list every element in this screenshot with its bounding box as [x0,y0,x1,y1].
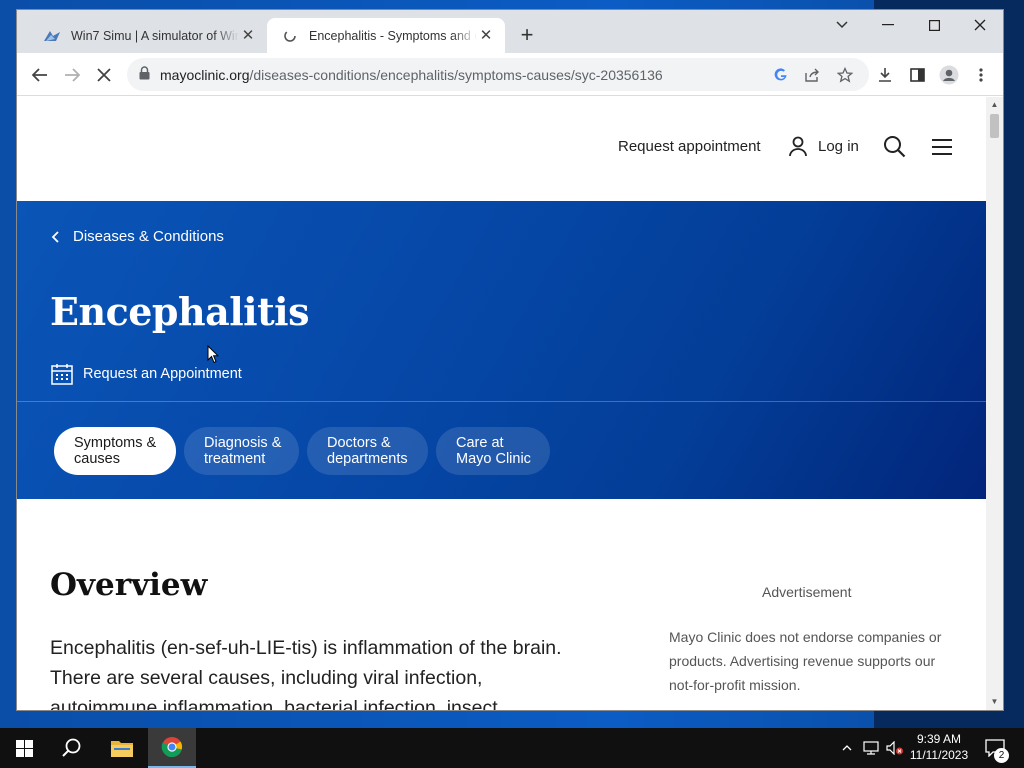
system-clock[interactable]: 9:39 AM 11/11/2023 [904,731,974,763]
action-center-button[interactable]: 2 [980,728,1010,768]
pill-line: treatment [204,451,266,467]
overview-heading: Overview [50,567,208,603]
search-icon[interactable] [883,135,906,163]
tab-title: Encephalitis - Symptoms and cau [309,28,477,43]
minimize-button[interactable] [865,10,911,40]
taskbar: 9:39 AM 11/11/2023 2 [0,728,1024,768]
breadcrumb[interactable]: Diseases & Conditions [51,228,224,245]
browser-window: Win7 Simu | A simulator of Wind ✕ Enceph… [17,10,1003,710]
stop-loading-button[interactable] [90,61,118,89]
google-lens-icon[interactable] [771,65,791,85]
win7-simu-favicon-icon [43,28,61,44]
start-button[interactable] [0,728,48,768]
web-page: Request appointment Log in Diseases & Co… [17,97,986,710]
file-explorer-button[interactable] [98,728,146,768]
chrome-taskbar-button[interactable] [148,728,196,768]
scroll-down-arrow-icon[interactable]: ▼ [990,697,999,706]
advertising-disclaimer: Mayo Clinic does not endorse companies o… [669,629,942,693]
advertisement-label: Advertisement [762,584,852,600]
close-tab-icon[interactable]: ✕ [477,27,495,45]
show-hidden-icons-chevron-icon[interactable] [837,728,857,768]
bookmark-star-icon[interactable] [835,65,855,85]
tab-care-at-mayo-clinic[interactable]: Care at Mayo Clinic [436,427,550,475]
breadcrumb-label: Diseases & Conditions [73,228,224,245]
network-icon[interactable] [860,728,882,768]
page-scrollbar[interactable]: ▲ ▼ [986,97,1003,710]
login-link[interactable]: Log in [818,138,859,155]
chevron-left-icon [51,230,59,243]
calendar-icon [51,364,73,385]
new-tab-button[interactable]: + [515,24,539,48]
scrollbar-thumb[interactable] [990,114,999,138]
clock-time: 9:39 AM [916,732,962,746]
pill-line: Symptoms & [74,435,157,451]
tab-search-chevron-icon[interactable] [819,10,865,40]
tab-win7-simu[interactable]: Win7 Simu | A simulator of Wind ✕ [29,18,267,53]
downloads-icon[interactable] [871,61,899,89]
forward-button[interactable] [58,61,86,89]
chrome-icon [161,737,183,758]
tab-symptoms-causes[interactable]: Symptoms & causes [54,427,176,475]
tab-doctors-departments[interactable]: Doctors & departments [307,427,428,475]
folder-icon [111,741,133,757]
scroll-up-arrow-icon[interactable]: ▲ [990,100,999,109]
address-bar[interactable]: mayoclinic.org/diseases-conditions/encep… [127,58,869,91]
maximize-button[interactable] [911,10,957,40]
taskbar-search-button[interactable] [48,728,96,768]
lock-icon[interactable] [139,66,150,85]
pill-line: Mayo Clinic [456,451,531,467]
side-panel-icon[interactable] [903,61,931,89]
close-window-button[interactable] [957,10,1003,40]
site-header: Request appointment Log in [17,97,986,201]
loading-spinner-icon [281,28,299,44]
pill-line: Care at [456,435,504,451]
profile-avatar-icon[interactable] [935,61,963,89]
main-content: Overview Encephalitis (en-sef-uh-LIE-tis… [17,499,986,710]
more-menu-icon[interactable] [967,61,995,89]
hero-banner: Diseases & Conditions Encephalitis Reque… [17,201,986,499]
request-appointment-link[interactable]: Request appointment [618,138,761,155]
back-button[interactable] [26,61,54,89]
windows-logo-icon [15,739,33,757]
pill-line: Diagnosis & [204,435,282,451]
tab-strip: Win7 Simu | A simulator of Wind ✕ Enceph… [17,10,1003,53]
share-icon[interactable] [803,65,823,85]
pill-line: departments [327,451,408,467]
hamburger-menu-icon[interactable] [932,139,952,160]
volume-muted-icon[interactable] [884,728,906,768]
mouse-cursor-icon [207,344,220,369]
hero-divider [17,401,986,402]
user-icon[interactable] [787,135,809,162]
page-title: Encephalitis [50,289,309,334]
clock-date: 11/11/2023 [909,748,969,762]
tab-diagnosis-treatment[interactable]: Diagnosis & treatment [184,427,299,475]
overview-paragraph: Encephalitis (en-sef-uh-LIE-tis) is infl… [50,637,562,710]
pill-line: Doctors & [327,435,391,451]
browser-toolbar: mayoclinic.org/diseases-conditions/encep… [17,53,1003,96]
url-text: mayoclinic.org/diseases-conditions/encep… [160,67,663,83]
notification-count-badge: 2 [994,748,1009,763]
tab-title: Win7 Simu | A simulator of Wind [71,28,239,43]
search-icon [62,738,81,757]
pill-line: causes [74,451,120,467]
tab-encephalitis[interactable]: Encephalitis - Symptoms and cau ✕ [267,18,505,53]
close-tab-icon[interactable]: ✕ [239,27,257,45]
